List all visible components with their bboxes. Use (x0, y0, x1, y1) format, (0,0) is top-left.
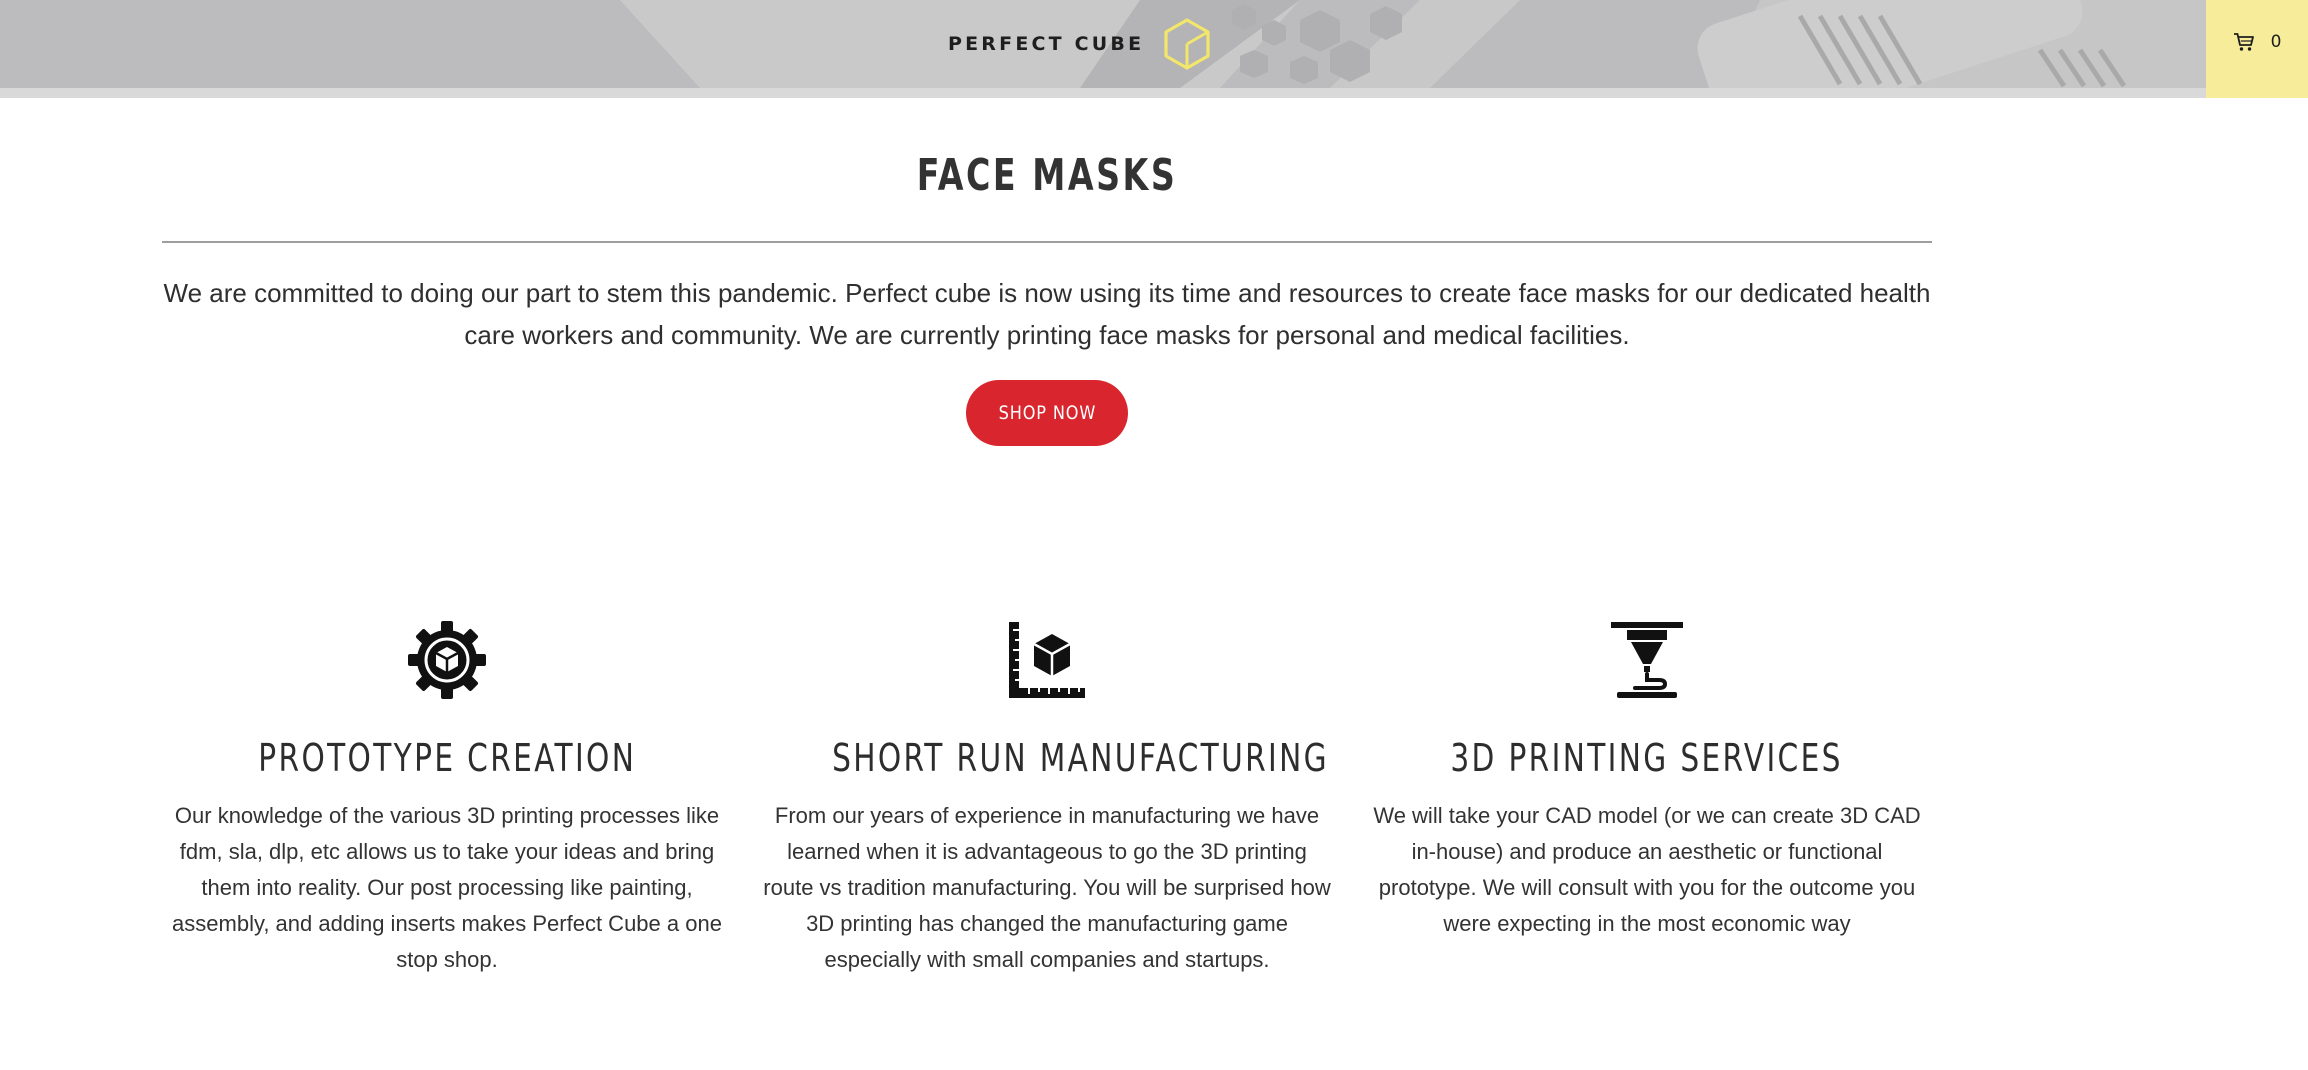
feature-title: SHORT RUN MANUFACTURING (832, 736, 1329, 780)
hexagon-cube-logo-icon (1164, 18, 1210, 70)
cart-button[interactable]: 0 (2206, 0, 2308, 98)
ruler-cube-icon (1009, 622, 1085, 698)
3d-printer-nozzle-icon (1611, 622, 1683, 698)
shop-now-button[interactable]: SHOP NOW (966, 380, 1128, 446)
feature-description: From our years of experience in manufact… (763, 803, 1331, 972)
site-header: PERFECT CUBE 0 (0, 0, 2308, 98)
gear-cube-icon (408, 621, 486, 699)
shopping-cart-icon (2233, 33, 2254, 51)
logo-text: PERFECT CUBE (948, 33, 1145, 55)
intro-paragraph: We are committed to doing our part to st… (163, 278, 1931, 350)
page-title: FACE MASKS (916, 150, 1178, 201)
title-divider (162, 241, 1932, 243)
site-logo[interactable]: PERFECT CUBE (948, 14, 1214, 74)
shop-now-label: SHOP NOW (998, 402, 1096, 424)
feature-title: 3D PRINTING SERVICES (1450, 736, 1844, 780)
cart-count: 0 (2270, 32, 2282, 52)
feature-3d-printing-services: 3D PRINTING SERVICES We will take your C… (1362, 620, 1932, 942)
feature-prototype-creation: PROTOTYPE CREATION Our knowledge of the … (162, 620, 732, 978)
feature-description: Our knowledge of the various 3D printing… (172, 803, 722, 972)
feature-short-run-manufacturing: SHORT RUN MANUFACTURING From our years o… (762, 620, 1332, 978)
header-bottom-strip (0, 88, 2308, 98)
feature-title: PROTOTYPE CREATION (258, 736, 636, 780)
feature-description: We will take your CAD model (or we can c… (1373, 803, 1921, 936)
